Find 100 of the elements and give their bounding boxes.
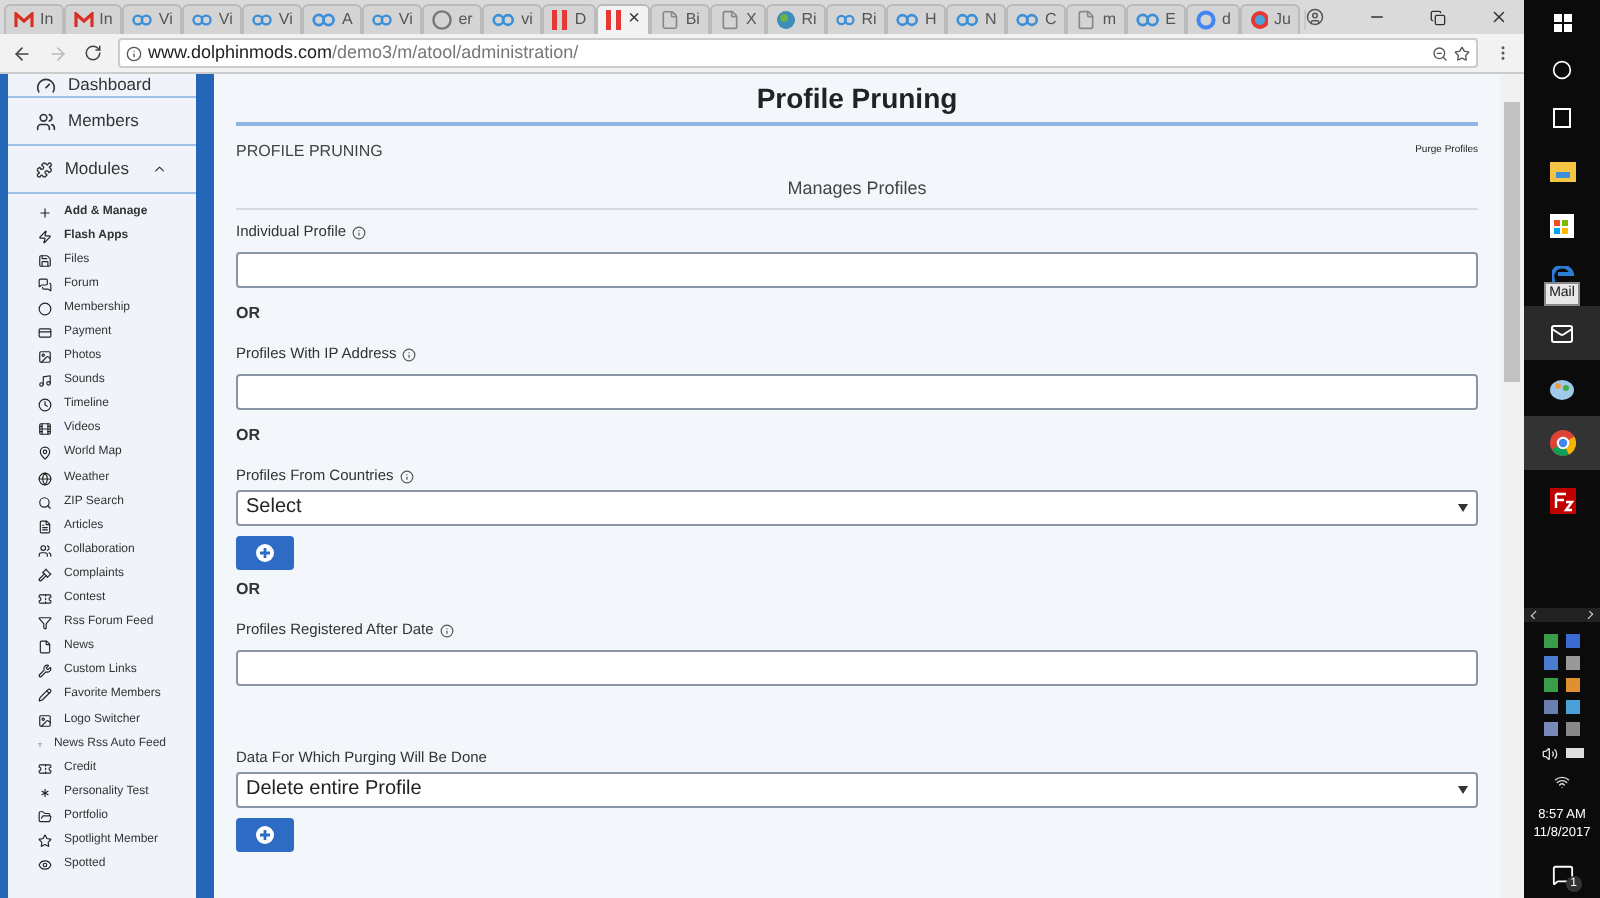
reload-icon[interactable] bbox=[84, 44, 102, 62]
battery-icon[interactable] bbox=[1565, 747, 1583, 757]
envelope-icon bbox=[14, 12, 34, 28]
browser-tab[interactable]: X bbox=[709, 4, 767, 34]
loop-icon bbox=[192, 12, 213, 28]
restore-icon[interactable] bbox=[1430, 9, 1446, 25]
palette-icon[interactable] bbox=[1549, 378, 1575, 402]
browser-tab[interactable]: × bbox=[596, 4, 650, 34]
windows-logo-icon[interactable] bbox=[1553, 14, 1571, 32]
panel-title: PROFILE PRUNING bbox=[236, 140, 383, 164]
browser-tab[interactable]: Ri bbox=[826, 4, 887, 34]
envelope-icon bbox=[73, 12, 94, 28]
plus-circle-icon bbox=[256, 543, 274, 561]
panel-subtitle: Manages Profiles bbox=[236, 176, 1478, 209]
edge-icon[interactable] bbox=[1551, 266, 1573, 282]
browser-tab[interactable]: C bbox=[1006, 4, 1067, 34]
bookmark-star-icon[interactable] bbox=[1454, 45, 1470, 61]
close-tab-button[interactable]: × bbox=[628, 10, 640, 30]
browser-tab[interactable]: Vi bbox=[362, 4, 423, 34]
scrollbar[interactable] bbox=[1500, 74, 1524, 898]
tab-title: Vi bbox=[398, 12, 413, 28]
address-bar[interactable]: www.dolphinmods.com/demo3/m/atool/administration/ bbox=[118, 38, 1478, 68]
sidebar-item[interactable]: Dashboard bbox=[8, 74, 196, 98]
browser-tab[interactable]: D bbox=[542, 4, 597, 34]
g-logo-icon bbox=[1195, 10, 1216, 30]
add-button[interactable] bbox=[236, 817, 294, 851]
tab-title: Ri bbox=[801, 12, 817, 28]
speaker-icon[interactable] bbox=[1541, 745, 1557, 761]
loop-icon bbox=[1016, 12, 1040, 28]
back-icon[interactable] bbox=[12, 43, 32, 63]
loop-icon bbox=[132, 12, 153, 28]
close-icon[interactable] bbox=[1490, 8, 1508, 26]
tray-icons-drawing[interactable] bbox=[1544, 633, 1580, 735]
input-field[interactable] bbox=[236, 251, 1478, 287]
browser-tab[interactable]: Ju bbox=[1240, 4, 1301, 34]
wifi-icon[interactable] bbox=[1554, 773, 1570, 789]
tab-title: X bbox=[745, 12, 757, 28]
browser-tab[interactable]: m bbox=[1066, 4, 1126, 34]
browser-tab[interactable]: Vi bbox=[182, 4, 243, 34]
caret-icon bbox=[1458, 785, 1468, 793]
tab-title: d bbox=[1221, 12, 1231, 28]
avatar-icon bbox=[1250, 10, 1268, 30]
tab-title: N bbox=[985, 12, 997, 28]
browser-tab[interactable]: Bi bbox=[649, 4, 710, 34]
page-title: Profile Pruning bbox=[236, 74, 1478, 126]
gauge-icon bbox=[36, 75, 56, 95]
bars-icon bbox=[552, 10, 569, 30]
tab-title: Ri bbox=[861, 12, 877, 28]
browser-tab[interactable]: In bbox=[63, 4, 123, 34]
chat-icon bbox=[38, 277, 52, 292]
info-icon bbox=[439, 623, 454, 637]
browser-tab[interactable]: Ri bbox=[766, 4, 827, 34]
add-button[interactable] bbox=[236, 535, 294, 569]
tab-title: Ju bbox=[1273, 12, 1291, 28]
loop-icon bbox=[956, 12, 980, 28]
browser-tab[interactable]: er bbox=[422, 4, 483, 34]
document-icon bbox=[719, 10, 740, 30]
browser-tab[interactable]: Vi bbox=[122, 4, 183, 34]
profile-icon[interactable] bbox=[1306, 8, 1324, 26]
tab-title: In bbox=[99, 12, 113, 28]
music-icon bbox=[38, 374, 52, 389]
browser-tab[interactable]: H bbox=[886, 4, 947, 34]
tab-title: H bbox=[925, 12, 937, 28]
search-icon[interactable] bbox=[1552, 60, 1572, 80]
mail-icon[interactable] bbox=[1550, 321, 1574, 345]
browser-tab[interactable]: E bbox=[1125, 4, 1186, 34]
tab-title: A bbox=[342, 12, 353, 28]
browser-tab[interactable]: Vi bbox=[242, 4, 303, 34]
browser-tab[interactable]: vi bbox=[482, 4, 543, 34]
puzzle-icon bbox=[36, 159, 53, 179]
filezilla-icon[interactable] bbox=[1549, 488, 1575, 514]
zoom-icon[interactable] bbox=[1432, 45, 1448, 61]
input-field[interactable] bbox=[236, 649, 1478, 685]
loop-icon bbox=[836, 12, 856, 28]
tab-title: m bbox=[1102, 12, 1116, 28]
input-field[interactable] bbox=[236, 373, 1478, 409]
pencil-icon bbox=[38, 688, 52, 703]
action-center-icon[interactable] bbox=[1551, 864, 1573, 886]
document-icon bbox=[1076, 10, 1097, 30]
or-divider-text: OR bbox=[236, 577, 262, 601]
store-bag-icon[interactable] bbox=[1550, 214, 1574, 238]
or-divider-text: OR bbox=[236, 301, 262, 325]
info-icon bbox=[402, 347, 417, 361]
tab-title: Bi bbox=[685, 12, 700, 28]
browser-tab[interactable]: In bbox=[4, 4, 64, 34]
wrench-icon bbox=[38, 664, 52, 679]
browser-tab[interactable]: d bbox=[1185, 4, 1241, 34]
document-icon bbox=[38, 519, 52, 534]
tab-title: Vi bbox=[218, 12, 233, 28]
eye-icon bbox=[38, 858, 52, 873]
globe-icon bbox=[38, 471, 52, 486]
select-dropdown[interactable]: Delete entire Profile bbox=[236, 771, 1478, 807]
lightning-icon bbox=[38, 229, 52, 244]
filter-icon bbox=[38, 616, 52, 631]
browser-tab[interactable]: A bbox=[302, 4, 363, 34]
folder-icon[interactable] bbox=[1549, 160, 1575, 182]
chrome-icon[interactable] bbox=[1549, 430, 1575, 456]
select-dropdown[interactable]: Select bbox=[236, 489, 1478, 525]
browser-tab[interactable]: N bbox=[946, 4, 1007, 34]
task-view-icon[interactable] bbox=[1550, 108, 1574, 128]
